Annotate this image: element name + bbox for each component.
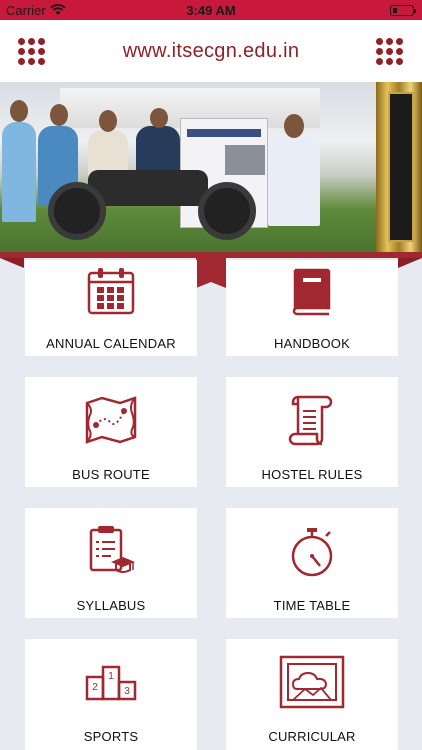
tile-label: TIME TABLE [273, 598, 351, 613]
svg-text:2: 2 [92, 682, 98, 693]
tile-label: HOSTEL RULES [261, 467, 363, 482]
menu-tile-handbook[interactable]: HANDBOOK [226, 260, 398, 356]
picture-frame-icon [279, 655, 345, 709]
tile-label: CURRICULAR [268, 729, 356, 744]
decorative-frame [376, 82, 422, 252]
tile-label: HANDBOOK [273, 336, 350, 351]
podium-icon: 1 2 3 [85, 665, 137, 701]
menu-tile-bus-route[interactable]: BUS ROUTE [25, 377, 197, 487]
menu-tile-curricular[interactable]: CURRICULAR [226, 639, 398, 750]
clock: 3:49 AM [186, 3, 236, 18]
atv-vehicle [48, 162, 258, 242]
map-route-icon [85, 396, 137, 444]
tile-label: BUS ROUTE [72, 467, 150, 482]
book-icon [292, 268, 331, 316]
menu-tile-sports[interactable]: 1 2 3 SPORTS [25, 639, 197, 750]
menu-tile-syllabus[interactable]: SYLLABUS [25, 508, 197, 618]
tile-label: ANNUAL CALENDAR [46, 336, 176, 351]
menu-tile-time-table[interactable]: TIME TABLE [226, 508, 398, 618]
banner-carousel[interactable] [0, 82, 422, 252]
tile-label: SPORTS [83, 729, 139, 744]
status-bar: Carrier 3:49 AM [0, 0, 422, 20]
svg-text:1: 1 [108, 671, 114, 682]
tile-label: SYLLABUS [76, 598, 146, 613]
battery-icon [390, 5, 416, 16]
menu-tile-hostel-rules[interactable]: HOSTEL RULES [226, 377, 398, 487]
clipboard-icon [89, 526, 135, 573]
apps-grid-icon[interactable] [376, 38, 404, 66]
apps-grid-icon[interactable] [18, 38, 46, 66]
scroll-icon [288, 395, 333, 446]
app-header: www.itsecgn.edu.in [0, 20, 422, 82]
calendar-icon [87, 268, 135, 315]
stopwatch-icon [291, 528, 333, 577]
site-title[interactable]: www.itsecgn.edu.in [60, 40, 362, 63]
menu-tile-annual-calendar[interactable]: ANNUAL CALENDAR [25, 260, 197, 356]
svg-text:3: 3 [124, 686, 130, 697]
